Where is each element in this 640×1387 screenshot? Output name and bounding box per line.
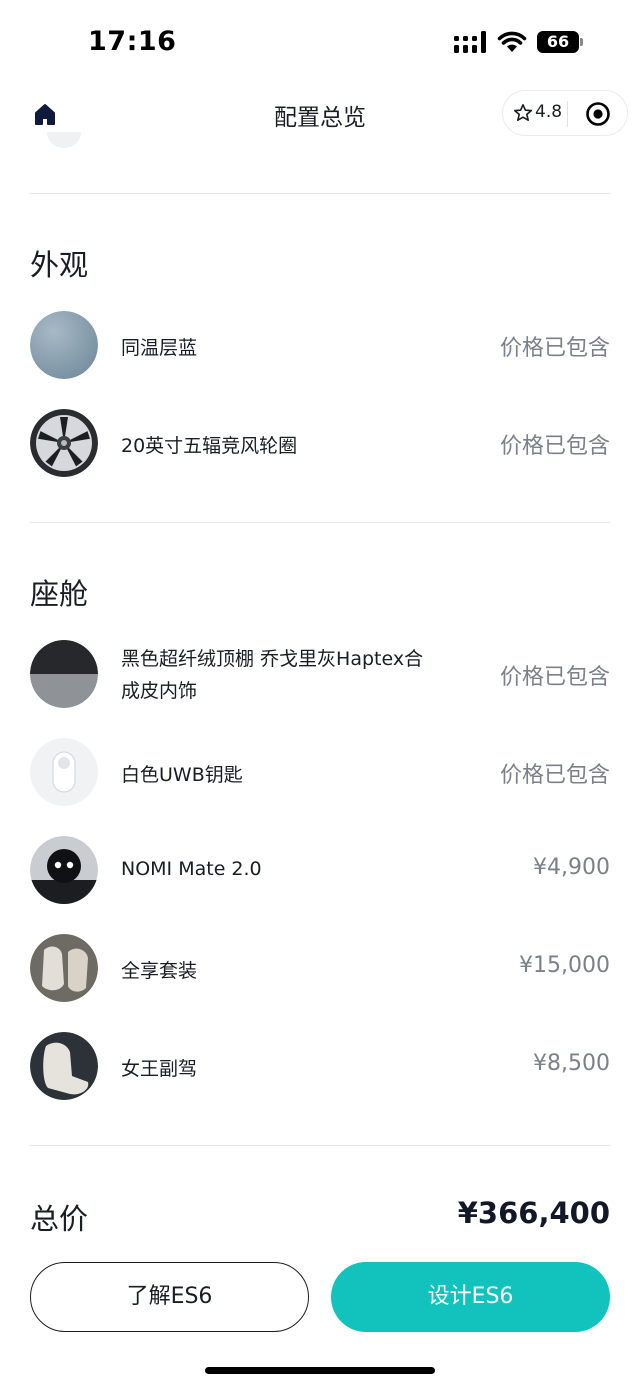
- list-item: 女王副驾 ¥8,500: [30, 1032, 610, 1102]
- status-bar: 17:16 66: [0, 0, 640, 86]
- capsule-divider: [567, 101, 568, 127]
- list-item: 白色UWB钥匙 价格已包含: [30, 738, 610, 808]
- item-price: ¥8,500: [533, 1051, 610, 1076]
- list-item: 20英寸五辐竞风轮圈 价格已包含: [30, 409, 610, 479]
- item-name: 白色UWB钥匙: [121, 764, 243, 786]
- mini-program-capsule: 4.8: [502, 90, 628, 136]
- signal-icon: [454, 31, 486, 53]
- nomi-mate-thumbnail: [30, 836, 98, 904]
- section-divider: [30, 522, 610, 523]
- wifi-icon: [497, 31, 527, 52]
- design-es6-button[interactable]: 设计ES6: [331, 1262, 610, 1332]
- item-name: 女王副驾: [121, 1058, 198, 1080]
- previous-item-thumbnail: [47, 132, 81, 148]
- section-divider: [30, 1145, 610, 1146]
- battery-level: 66: [546, 32, 570, 51]
- section-divider: [30, 193, 610, 194]
- list-item: 同温层蓝 价格已包含: [30, 311, 610, 381]
- rating-value[interactable]: 4.8: [535, 102, 562, 122]
- item-name: 黑色超纤绒顶棚 乔戈里灰Haptex合成皮内饰: [121, 648, 424, 702]
- star-icon[interactable]: [513, 103, 533, 123]
- item-price: 价格已包含: [499, 336, 610, 361]
- section-title-cabin: 座舱: [30, 577, 89, 611]
- target-icon[interactable]: [585, 101, 611, 127]
- item-price: 价格已包含: [499, 434, 610, 459]
- list-item: NOMI Mate 2.0 ¥4,900: [30, 836, 610, 906]
- total-price: ¥366,400: [457, 1196, 610, 1230]
- home-indicator[interactable]: [205, 1367, 435, 1374]
- list-item: 黑色超纤绒顶棚 乔戈里灰Haptex合成皮内饰 价格已包含: [30, 640, 610, 710]
- wheel-thumbnail: [30, 409, 98, 477]
- section-title-exterior: 外观: [30, 248, 89, 282]
- item-name: 全享套装: [121, 960, 198, 982]
- queen-seat-thumbnail: [30, 1032, 98, 1100]
- item-name: 同温层蓝: [121, 337, 198, 359]
- item-name: 20英寸五辐竞风轮圈: [121, 435, 298, 457]
- item-name: NOMI Mate 2.0: [121, 858, 262, 880]
- status-time: 17:16: [88, 26, 177, 57]
- battery-icon: 66: [537, 31, 583, 53]
- interior-trim-thumbnail: [30, 640, 98, 708]
- uwb-key-thumbnail: [30, 738, 98, 806]
- item-price: ¥4,900: [533, 855, 610, 880]
- list-item: 全享套装 ¥15,000: [30, 934, 610, 1004]
- item-price: ¥15,000: [519, 953, 610, 978]
- item-price: 价格已包含: [499, 665, 610, 690]
- seat-package-thumbnail: [30, 934, 98, 1002]
- paint-swatch-thumbnail: [30, 311, 98, 379]
- learn-es6-button[interactable]: 了解ES6: [30, 1262, 309, 1332]
- item-price: 价格已包含: [499, 763, 610, 788]
- nav-bar: 配置总览 4.8: [0, 86, 640, 142]
- total-label: 总价: [30, 1202, 89, 1236]
